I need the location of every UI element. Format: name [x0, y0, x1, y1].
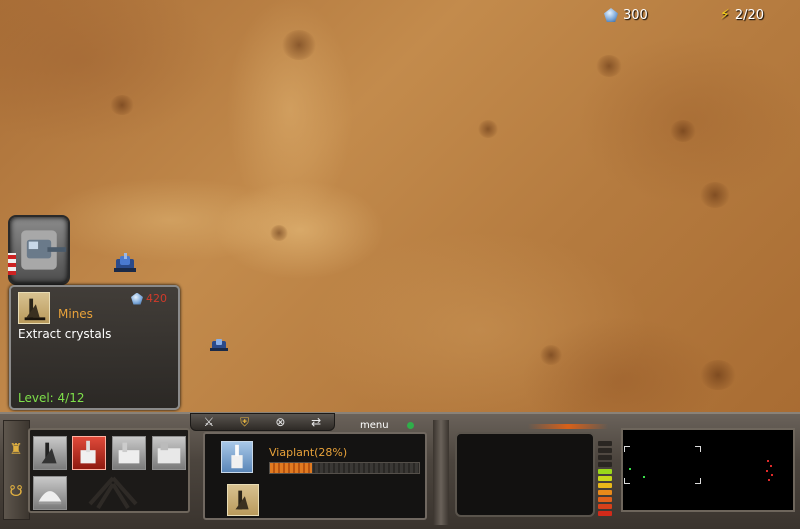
energy-meter-segment [598, 469, 612, 474]
energy-meter-segment [598, 483, 612, 488]
menu-button[interactable]: menu [360, 420, 389, 431]
accent-light [528, 424, 608, 429]
viaplant-icon [80, 440, 96, 464]
energy-meter-segment [598, 511, 612, 516]
viewport-corner [624, 478, 630, 484]
action-toolbar: ⚔ ⛨ ⊗ ⇄ [190, 413, 335, 431]
crater [478, 120, 498, 138]
crystal-counter: 300 [604, 6, 648, 24]
turret-icon [21, 230, 67, 270]
energy-meter-segment [598, 504, 612, 509]
shield-icon[interactable]: ⛨ [236, 415, 254, 430]
crater [700, 360, 736, 390]
build-dome-button[interactable] [33, 476, 67, 510]
unit-details-panel [455, 432, 595, 517]
scout-icon [210, 339, 228, 351]
cancel-circle-icon[interactable]: ⊗ [271, 415, 289, 429]
energy-meter-segment [598, 441, 612, 446]
energy-meter-segment [598, 462, 612, 467]
build-menu-panel [28, 428, 190, 513]
building-description: Extract crystals [18, 327, 112, 341]
lightning-bolt-icon: ⚡ [720, 7, 730, 23]
cycle-arrows-icon[interactable]: ⇄ [307, 415, 325, 429]
dome-icon [38, 491, 62, 505]
viaplant-icon[interactable] [221, 441, 253, 473]
minimap-enemy-unit [766, 470, 768, 472]
crystal-gem-icon [131, 292, 143, 305]
crater [700, 182, 730, 208]
cost-value: 420 [146, 292, 167, 305]
energy-meter-segment [598, 448, 612, 453]
building-level: Level: 4/12 [18, 391, 85, 405]
player-unit-scout[interactable] [209, 337, 229, 353]
build-factory-button[interactable] [112, 436, 146, 470]
minimap-player-unit [629, 468, 631, 470]
minimap[interactable] [621, 428, 795, 512]
building-info-panel: Mines 420 Extract crystals Level: 4/12 [9, 285, 180, 410]
minimap-enemy-unit [770, 465, 772, 467]
production-progress-bar [269, 462, 420, 474]
production-label: Viaplant(28%) [269, 446, 348, 459]
crater [270, 225, 288, 241]
tank-icon [114, 253, 136, 272]
selected-building-portrait[interactable] [8, 215, 70, 285]
crater [540, 345, 562, 365]
energy-meter [596, 434, 614, 518]
build-viaplant-button[interactable] [72, 436, 106, 470]
warning-stripe [8, 253, 16, 275]
mine-icon [41, 442, 57, 464]
minimap-enemy-unit [768, 479, 770, 481]
viewport-corner [695, 478, 701, 484]
crater [596, 55, 622, 77]
minimap-player-unit [643, 476, 645, 478]
viewport-corner [624, 446, 630, 452]
energy-meter-segment [598, 497, 612, 502]
side-tab-strip [3, 420, 30, 520]
building-cost: 420 [131, 292, 167, 305]
viewport-corner [695, 446, 701, 452]
soldier-icon[interactable]: ♜ [8, 440, 24, 458]
crater [282, 30, 316, 60]
energy-counter: ⚡ 2/20 [720, 6, 764, 24]
creature-icon[interactable]: ☋ [8, 482, 24, 500]
crater [670, 120, 696, 142]
building-name: Mines [58, 307, 93, 321]
faction-emblem [88, 476, 138, 510]
production-progress-fill [270, 463, 312, 473]
energy-meter-segment [598, 490, 612, 495]
minimap-enemy-unit [771, 474, 773, 476]
production-panel: Viaplant(28%) [203, 432, 427, 520]
energy-count: 2/20 [734, 7, 765, 23]
crater [110, 95, 134, 115]
queued-mine-slot[interactable] [227, 484, 259, 516]
refinery-icon [157, 442, 181, 464]
crystal-count: 300 [623, 7, 648, 23]
sword-icon[interactable]: ⚔ [200, 415, 218, 429]
mine-icon [235, 490, 249, 510]
minimap-enemy-unit [767, 460, 769, 462]
menu-status-dot [407, 422, 414, 429]
player-unit-tank[interactable] [113, 253, 137, 275]
energy-meter-segment [598, 476, 612, 481]
energy-meter-segment [598, 455, 612, 460]
mines-building-icon [18, 292, 50, 324]
factory-icon [118, 442, 140, 464]
build-refinery-button[interactable] [152, 436, 186, 470]
crystal-gem-icon [604, 8, 618, 22]
panel-divider [433, 420, 449, 525]
build-mine-button[interactable] [33, 436, 67, 470]
